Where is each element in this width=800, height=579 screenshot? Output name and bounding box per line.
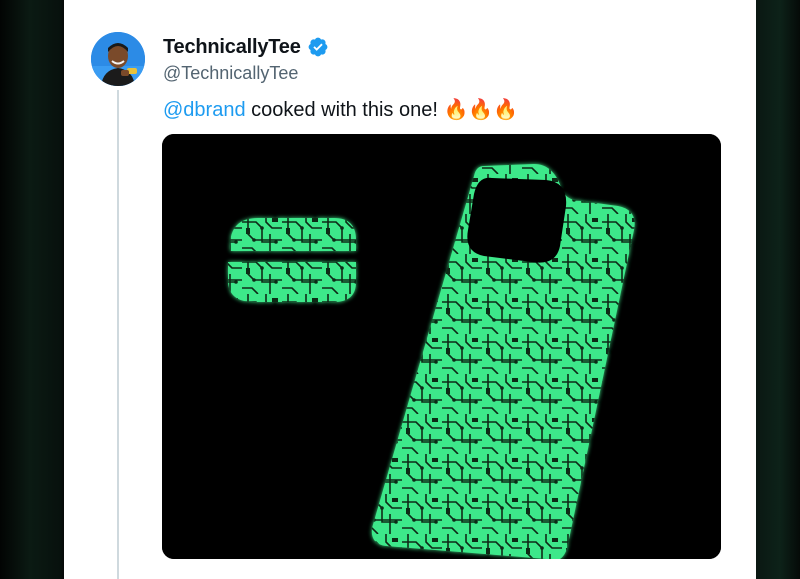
page-background-right [755, 0, 800, 579]
tweet-body: cooked with this one! [245, 99, 444, 121]
author-handle[interactable]: @TechnicallyTee [163, 63, 298, 84]
fire-emoji: 🔥🔥🔥 [443, 99, 519, 121]
media-image [162, 134, 721, 559]
author-name-row: TechnicallyTee [163, 34, 329, 60]
avatar[interactable] [91, 32, 145, 86]
tweet-media[interactable] [162, 134, 721, 559]
avatar-image [91, 32, 145, 86]
thread-line [117, 90, 119, 579]
tweet-text: @dbrand cooked with this one! 🔥🔥🔥 [163, 97, 518, 122]
verified-badge-icon [308, 37, 328, 57]
author-display-name[interactable]: TechnicallyTee [163, 36, 301, 59]
mention-link[interactable]: @dbrand [163, 99, 246, 121]
